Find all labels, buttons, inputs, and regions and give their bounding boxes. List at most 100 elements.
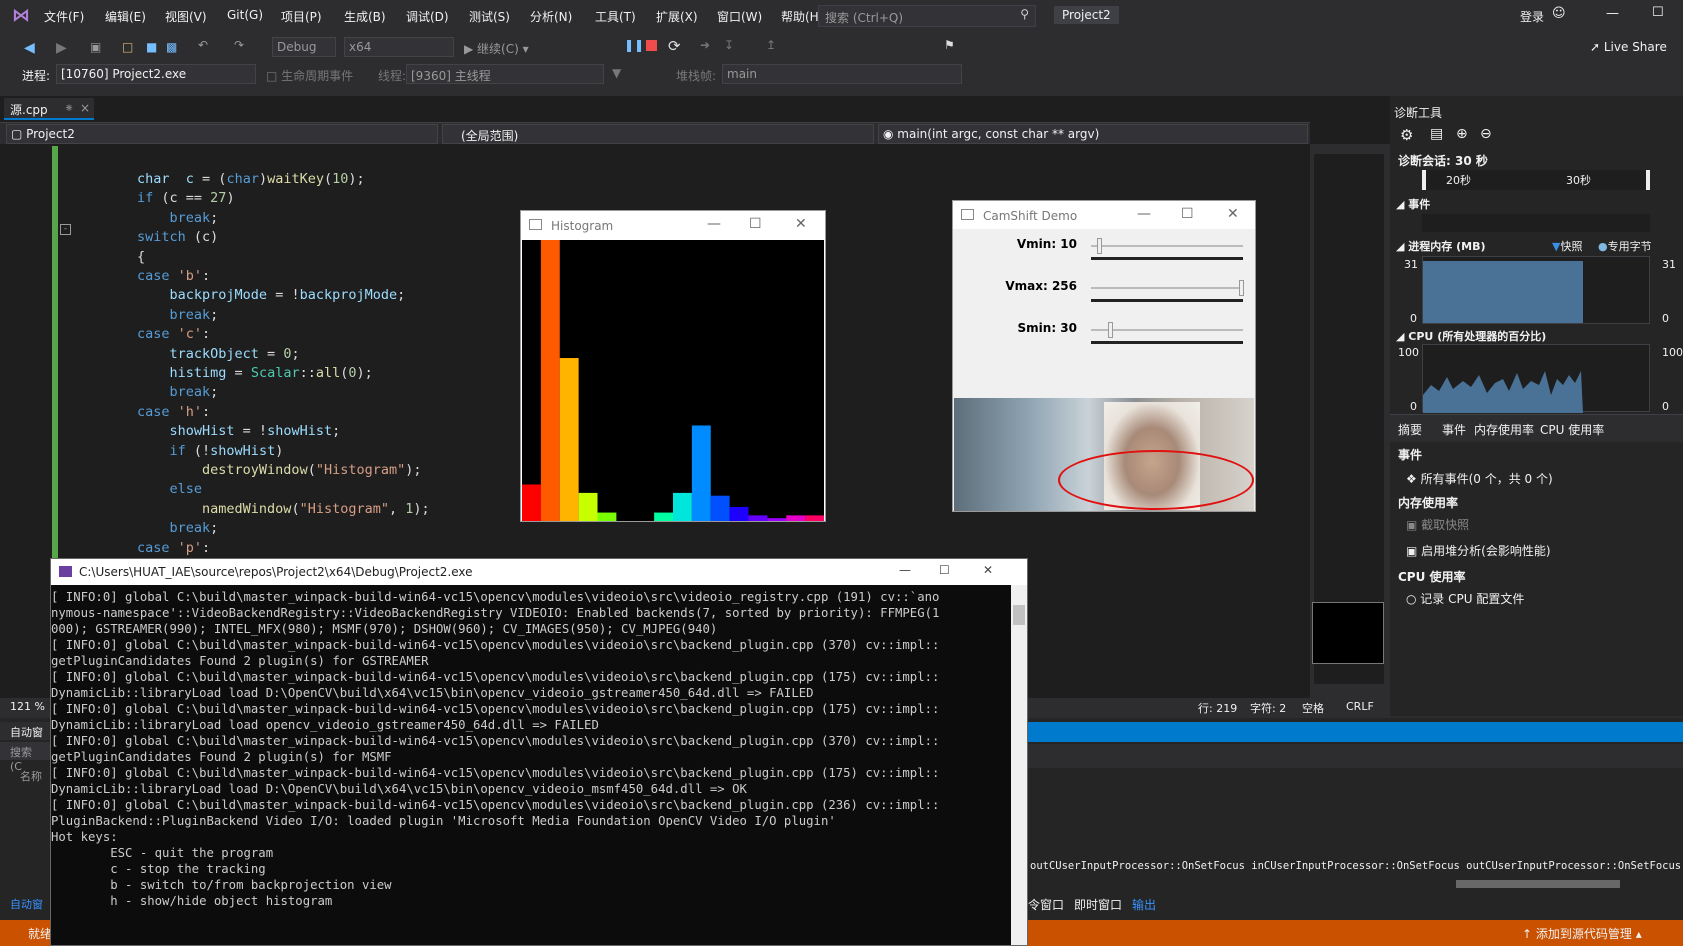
undo-icon[interactable]: ↶	[198, 38, 212, 52]
all-events-link[interactable]: ❖ 所有事件(0 个，共 0 个)	[1406, 470, 1553, 487]
zoom-in-icon[interactable]: ⊕	[1456, 126, 1468, 142]
save-all-icon[interactable]: ▩	[166, 40, 180, 54]
project-select[interactable]: ▢ Project2	[6, 124, 438, 144]
vertical-scrollbar[interactable]	[1310, 144, 1390, 716]
platform-select[interactable]: x64	[344, 37, 454, 57]
slider-thumb[interactable]	[1239, 280, 1244, 296]
diag-tab-3[interactable]: CPU 使用率	[1540, 421, 1604, 438]
slider-track[interactable]	[1091, 287, 1243, 289]
console-maximize-button[interactable]: ☐	[939, 563, 950, 577]
code-line[interactable]: break;	[137, 210, 219, 226]
camshift-window[interactable]: CamShift Demo — ☐ ✕ Vmin: 10 Vmax: 256 Smi…	[952, 200, 1256, 512]
pin-icon[interactable]: ⁕	[64, 101, 74, 115]
code-line[interactable]: if (c == 27)	[137, 190, 235, 206]
code-line[interactable]: case 'c':	[137, 326, 210, 342]
histogram-maximize-button[interactable]: ☐	[749, 216, 762, 232]
output-hscroll[interactable]	[1456, 880, 1620, 888]
console-scroll-thumb[interactable]	[1013, 605, 1025, 625]
code-line[interactable]: if (!showHist)	[137, 443, 284, 459]
diag-tab-0[interactable]: 摘要	[1398, 421, 1422, 438]
console-output[interactable]: [ INFO:0] global C:\build\master_winpack…	[51, 589, 1009, 945]
function-select[interactable]: ◉ main(int argc, const char ** argv)	[878, 124, 1308, 144]
menu-item-0[interactable]: 文件(F)	[44, 8, 84, 25]
configuration-select[interactable]: Debug	[272, 37, 336, 57]
histogram-titlebar[interactable]: Histogram	[521, 211, 825, 239]
thread-select[interactable]: [9360] 主线程	[406, 64, 604, 84]
zoom-level[interactable]: 121 %	[10, 700, 45, 713]
heap-profiling-button[interactable]: ▣ 启用堆分析(会影响性能)	[1406, 542, 1551, 559]
export-icon[interactable]: ▤	[1430, 126, 1443, 142]
code-line[interactable]: else	[137, 481, 203, 497]
redo-icon[interactable]: ↷	[234, 38, 248, 52]
console-scrollbar[interactable]	[1011, 585, 1027, 945]
code-line[interactable]: namedWindow("Histogram", 1);	[137, 501, 430, 517]
search-input[interactable]: 搜索 (Ctrl+Q)	[825, 9, 903, 26]
scroll-thumb[interactable]	[1312, 602, 1384, 664]
back-icon[interactable]: ◀	[24, 40, 38, 56]
menu-item-2[interactable]: 视图(V)	[165, 8, 207, 25]
cpu-section[interactable]: ◢ CPU (所有处理器的百分比)	[1396, 328, 1546, 344]
memory-section[interactable]: ◢ 进程内存 (MB)	[1396, 238, 1486, 254]
lifecycle-events-button[interactable]: □ 生命周期事件	[266, 67, 353, 84]
code-line[interactable]: break;	[137, 520, 219, 536]
locals-tab[interactable]: 自动窗	[10, 896, 43, 912]
save-icon[interactable]: ■	[146, 40, 160, 54]
open-folder-icon[interactable]: □	[122, 40, 136, 54]
camshift-close-button[interactable]: ✕	[1227, 206, 1239, 222]
code-line[interactable]: break;	[137, 384, 219, 400]
console-minimize-button[interactable]: —	[899, 563, 911, 577]
code-line[interactable]: break;	[137, 307, 219, 323]
console-window[interactable]: C:\Users\HUAT_IAE\source\repos\Project2\…	[50, 558, 1028, 946]
step-into-icon[interactable]: ↧	[724, 38, 738, 52]
events-section[interactable]: ◢ 事件	[1396, 196, 1430, 212]
scope-select[interactable]: (全局范围)	[442, 124, 874, 144]
menu-item-9[interactable]: 工具(T)	[595, 8, 636, 25]
timeline-ruler[interactable]: 20秒 30秒	[1422, 170, 1650, 190]
restart-icon[interactable]: ⟳	[668, 37, 682, 55]
code-line[interactable]: {	[137, 249, 145, 265]
code-line[interactable]: destroyWindow("Histogram");	[137, 462, 421, 478]
search-box[interactable]: 搜索 (Ctrl+Q) ⚲	[818, 5, 1036, 27]
maximize-button[interactable]: ☐	[1652, 5, 1664, 20]
record-cpu-button[interactable]: ○ 记录 CPU 配置文件	[1406, 590, 1524, 607]
tab-output[interactable]: 输出	[1132, 896, 1156, 913]
search-icon[interactable]: ⚲	[1020, 7, 1029, 21]
code-line[interactable]: case 'h':	[137, 404, 210, 420]
menu-item-11[interactable]: 窗口(W)	[717, 8, 762, 25]
code-line[interactable]: char c = (char)waitKey(10);	[137, 171, 365, 187]
histogram-minimize-button[interactable]: —	[707, 216, 721, 232]
zoom-out-icon[interactable]: ⊖	[1480, 126, 1492, 142]
process-select[interactable]: [10760] Project2.exe	[56, 64, 256, 84]
pause-icon[interactable]: ❚❚	[624, 38, 644, 52]
login-link[interactable]: 登录	[1520, 8, 1544, 25]
continue-button[interactable]: ▶ 继续(C) ▾	[464, 40, 529, 57]
menu-item-4[interactable]: 项目(P)	[281, 8, 322, 25]
code-line[interactable]: switch (c)	[137, 229, 218, 245]
bookmark-icon[interactable]: ⚑	[944, 38, 958, 52]
menu-item-7[interactable]: 测试(S)	[469, 8, 510, 25]
tab-immediate-window[interactable]: 即时窗口	[1074, 896, 1122, 913]
code-line[interactable]: case 'b':	[137, 268, 210, 284]
slider-track[interactable]	[1091, 329, 1243, 331]
source-control-button[interactable]: ↑ 添加到源代码管理 ▴	[1522, 925, 1642, 942]
account-icon[interactable]: ☺	[1552, 6, 1566, 21]
histogram-window[interactable]: Histogram — ☐ ✕	[520, 210, 826, 522]
slider-track[interactable]	[1091, 245, 1243, 247]
histogram-close-button[interactable]: ✕	[795, 216, 807, 232]
close-tab-icon[interactable]: ×	[80, 101, 90, 115]
diag-tab-2[interactable]: 内存使用率	[1474, 421, 1534, 438]
stack-frame-select[interactable]: main	[722, 64, 962, 84]
minimize-button[interactable]: —	[1606, 6, 1619, 21]
tab-command-window[interactable]: 令窗口	[1028, 896, 1064, 913]
camshift-maximize-button[interactable]: ☐	[1181, 206, 1194, 222]
diag-tab-1[interactable]: 事件	[1442, 421, 1466, 438]
console-close-button[interactable]: ✕	[983, 563, 993, 577]
editor-tab[interactable]: 源.cpp ⁕ ×	[4, 98, 94, 120]
step-out-icon[interactable]: ↥	[766, 38, 780, 52]
new-project-icon[interactable]: ▣	[90, 40, 104, 54]
code-line[interactable]: showHist = !showHist;	[137, 423, 341, 439]
menu-item-8[interactable]: 分析(N)	[530, 8, 572, 25]
take-snapshot-button[interactable]: ▣ 截取快照	[1406, 516, 1469, 533]
menu-item-6[interactable]: 调试(D)	[406, 8, 449, 25]
slider-thumb[interactable]	[1096, 238, 1102, 254]
